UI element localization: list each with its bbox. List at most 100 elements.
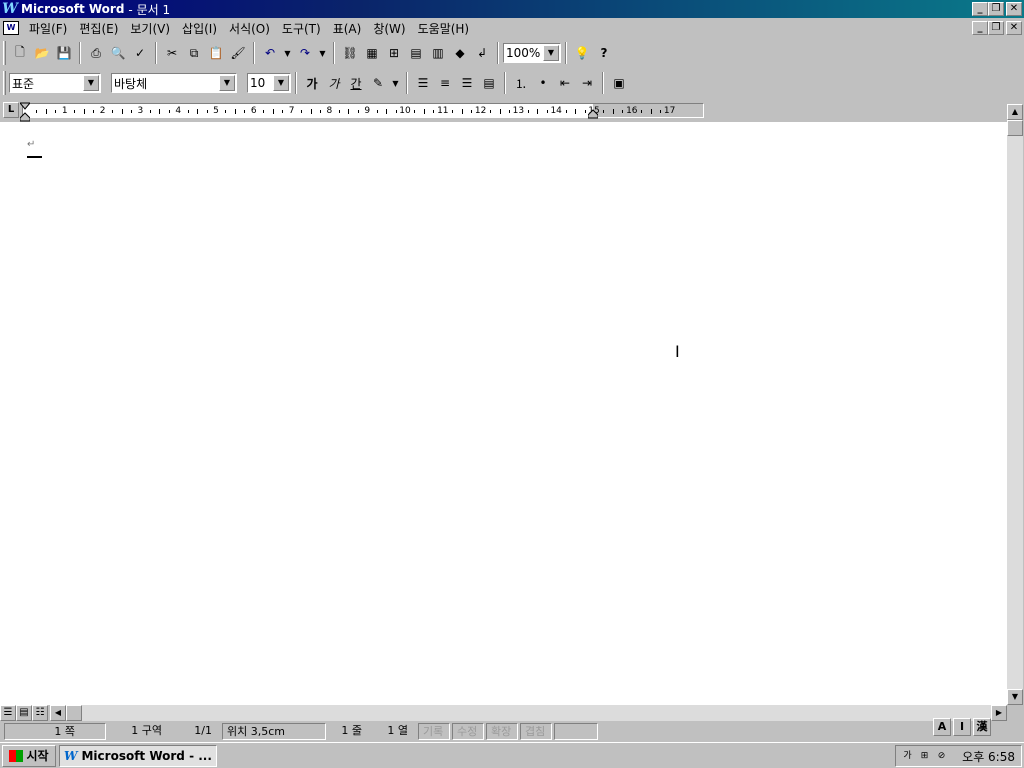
menu-view[interactable]: 보기(V)	[124, 20, 176, 37]
scroll-right-icon[interactable]: ▶	[991, 705, 1007, 721]
menu-help[interactable]: 도움말(H)	[412, 20, 476, 37]
menu-edit[interactable]: 편집(E)	[73, 20, 124, 37]
right-indent-marker[interactable]	[587, 108, 599, 119]
ime-indicator-icon[interactable]: 가	[900, 749, 915, 764]
increase-indent-icon[interactable]: ⇥	[576, 72, 598, 94]
close-button[interactable]: ✕	[1006, 2, 1022, 16]
font-combo[interactable]: 바탕체 ▼	[111, 73, 237, 93]
horizontal-scrollbar[interactable]: ◀ ▶	[50, 705, 1007, 721]
scroll-down-icon[interactable]: ▼	[1007, 689, 1023, 705]
ime-hanja-mode-icon[interactable]: 漢	[973, 718, 991, 736]
status-extend[interactable]: 확장	[486, 723, 518, 740]
redo-dropdown-icon[interactable]: ▼	[316, 42, 329, 64]
columns-icon[interactable]: ▥	[427, 42, 449, 64]
horizontal-ruler[interactable]: 1234567891011121314151617	[22, 103, 704, 118]
undo-dropdown-icon[interactable]: ▼	[281, 42, 294, 64]
chevron-down-icon[interactable]: ▼	[83, 75, 99, 91]
clock[interactable]: 오후 6:58	[962, 748, 1015, 765]
copy-icon[interactable]: ⧉	[183, 42, 205, 64]
help-pointer-icon[interactable]: ?	[593, 42, 615, 64]
open-folder-icon[interactable]: 📂	[31, 42, 53, 64]
doc-minimize-button[interactable]: _	[972, 21, 988, 35]
hscroll-thumb[interactable]	[66, 705, 82, 721]
document-control-icon[interactable]: W	[3, 21, 19, 35]
toolbar-grip[interactable]	[3, 71, 6, 95]
toolbar-grip[interactable]	[3, 41, 6, 65]
zoom-combo[interactable]: 100% ▼	[503, 43, 561, 63]
chevron-down-icon[interactable]: ▼	[219, 75, 235, 91]
print-preview-icon[interactable]: 🔍	[107, 42, 129, 64]
ruler-number: 12	[474, 106, 487, 116]
show-hide-icon[interactable]: ↲	[471, 42, 493, 64]
outline-view-icon[interactable]: ☷	[32, 705, 48, 721]
insert-table-icon[interactable]: ⊞	[383, 42, 405, 64]
toolbar-separator	[565, 42, 567, 64]
font-size-combo[interactable]: 10 ▼	[247, 73, 291, 93]
drawing-icon[interactable]: ◆	[449, 42, 471, 64]
ime-english-mode-icon[interactable]: A	[933, 718, 951, 736]
decrease-indent-icon[interactable]: ⇤	[554, 72, 576, 94]
menu-tools[interactable]: 도구(T)	[276, 20, 327, 37]
menu-format[interactable]: 서식(O)	[223, 20, 276, 37]
document-editing-area[interactable]: ↵ Ⅰ	[0, 122, 1007, 705]
office-assistant-icon[interactable]: 💡	[571, 42, 593, 64]
start-button[interactable]: 시작	[2, 744, 56, 767]
ime-width-mode-icon[interactable]: I	[953, 718, 971, 736]
new-document-icon[interactable]: 🗋	[9, 42, 31, 64]
bold-button[interactable]: 가	[301, 72, 323, 94]
minimize-button[interactable]: _	[972, 2, 988, 16]
style-combo[interactable]: 표준 ▼	[9, 73, 101, 93]
hyperlink-icon[interactable]: ⛓	[339, 42, 361, 64]
menu-insert[interactable]: 삽입(I)	[176, 20, 223, 37]
taskbar-word-button[interactable]: W Microsoft Word - ...	[59, 744, 217, 767]
word-app-icon[interactable]: W	[2, 1, 18, 17]
scroll-thumb[interactable]	[1007, 120, 1023, 136]
doc-restore-button[interactable]: ❐	[988, 21, 1004, 35]
app-title: Microsoft Word	[21, 2, 125, 16]
italic-button[interactable]: 가	[323, 72, 345, 94]
antivirus-icon[interactable]: ⊘	[934, 749, 949, 764]
format-painter-icon[interactable]: 🖌	[227, 42, 249, 64]
menu-table[interactable]: 표(A)	[327, 20, 368, 37]
align-center-icon[interactable]: ≡	[434, 72, 456, 94]
status-overtype[interactable]: 겹침	[520, 723, 552, 740]
save-disk-icon[interactable]: 💾	[53, 42, 75, 64]
title-bar[interactable]: W Microsoft Word - 문서 1 _ ❐ ✕	[0, 0, 1024, 18]
print-icon[interactable]: ⎙	[85, 42, 107, 64]
toolbar-separator	[79, 42, 81, 64]
scroll-left-icon[interactable]: ◀	[50, 705, 66, 721]
cut-scissors-icon[interactable]: ✂	[161, 42, 183, 64]
ruler-tick	[282, 110, 284, 113]
spelling-check-icon[interactable]: ✓	[129, 42, 151, 64]
highlight-dropdown-icon[interactable]: ▼	[389, 72, 402, 94]
align-left-icon[interactable]: ☰	[412, 72, 434, 94]
left-indent-marker[interactable]	[18, 100, 32, 122]
paste-clipboard-icon[interactable]: 📋	[205, 42, 227, 64]
insert-excel-icon[interactable]: ▤	[405, 42, 427, 64]
status-record-macro[interactable]: 기록	[418, 723, 450, 740]
justify-icon[interactable]: ▤	[478, 72, 500, 94]
align-right-icon[interactable]: ☰	[456, 72, 478, 94]
tables-borders-icon[interactable]: ▦	[361, 42, 383, 64]
ruler-tick	[537, 109, 539, 114]
bulleted-list-icon[interactable]: •	[532, 72, 554, 94]
vertical-scrollbar[interactable]: ▲ ▼	[1007, 104, 1023, 705]
menu-window[interactable]: 창(W)	[367, 20, 411, 37]
tab-selector-icon[interactable]: L	[3, 102, 19, 118]
scroll-up-icon[interactable]: ▲	[1007, 104, 1023, 120]
highlight-icon[interactable]: ✎	[367, 72, 389, 94]
normal-view-icon[interactable]: ☰	[0, 705, 16, 721]
restore-button[interactable]: ❐	[988, 2, 1004, 16]
chevron-down-icon[interactable]: ▼	[273, 75, 289, 91]
network-icon[interactable]: ⊞	[917, 749, 932, 764]
underline-button[interactable]: 간	[345, 72, 367, 94]
menu-file[interactable]: 파일(F)	[23, 20, 73, 37]
chevron-down-icon[interactable]: ▼	[543, 45, 559, 61]
page-layout-view-icon[interactable]: ▤	[16, 705, 32, 721]
borders-icon[interactable]: ▣	[608, 72, 630, 94]
status-track-changes[interactable]: 수정	[452, 723, 484, 740]
numbered-list-icon[interactable]: ⒈	[510, 72, 532, 94]
doc-close-button[interactable]: ✕	[1006, 21, 1022, 35]
undo-icon[interactable]: ↶	[259, 42, 281, 64]
redo-icon[interactable]: ↷	[294, 42, 316, 64]
